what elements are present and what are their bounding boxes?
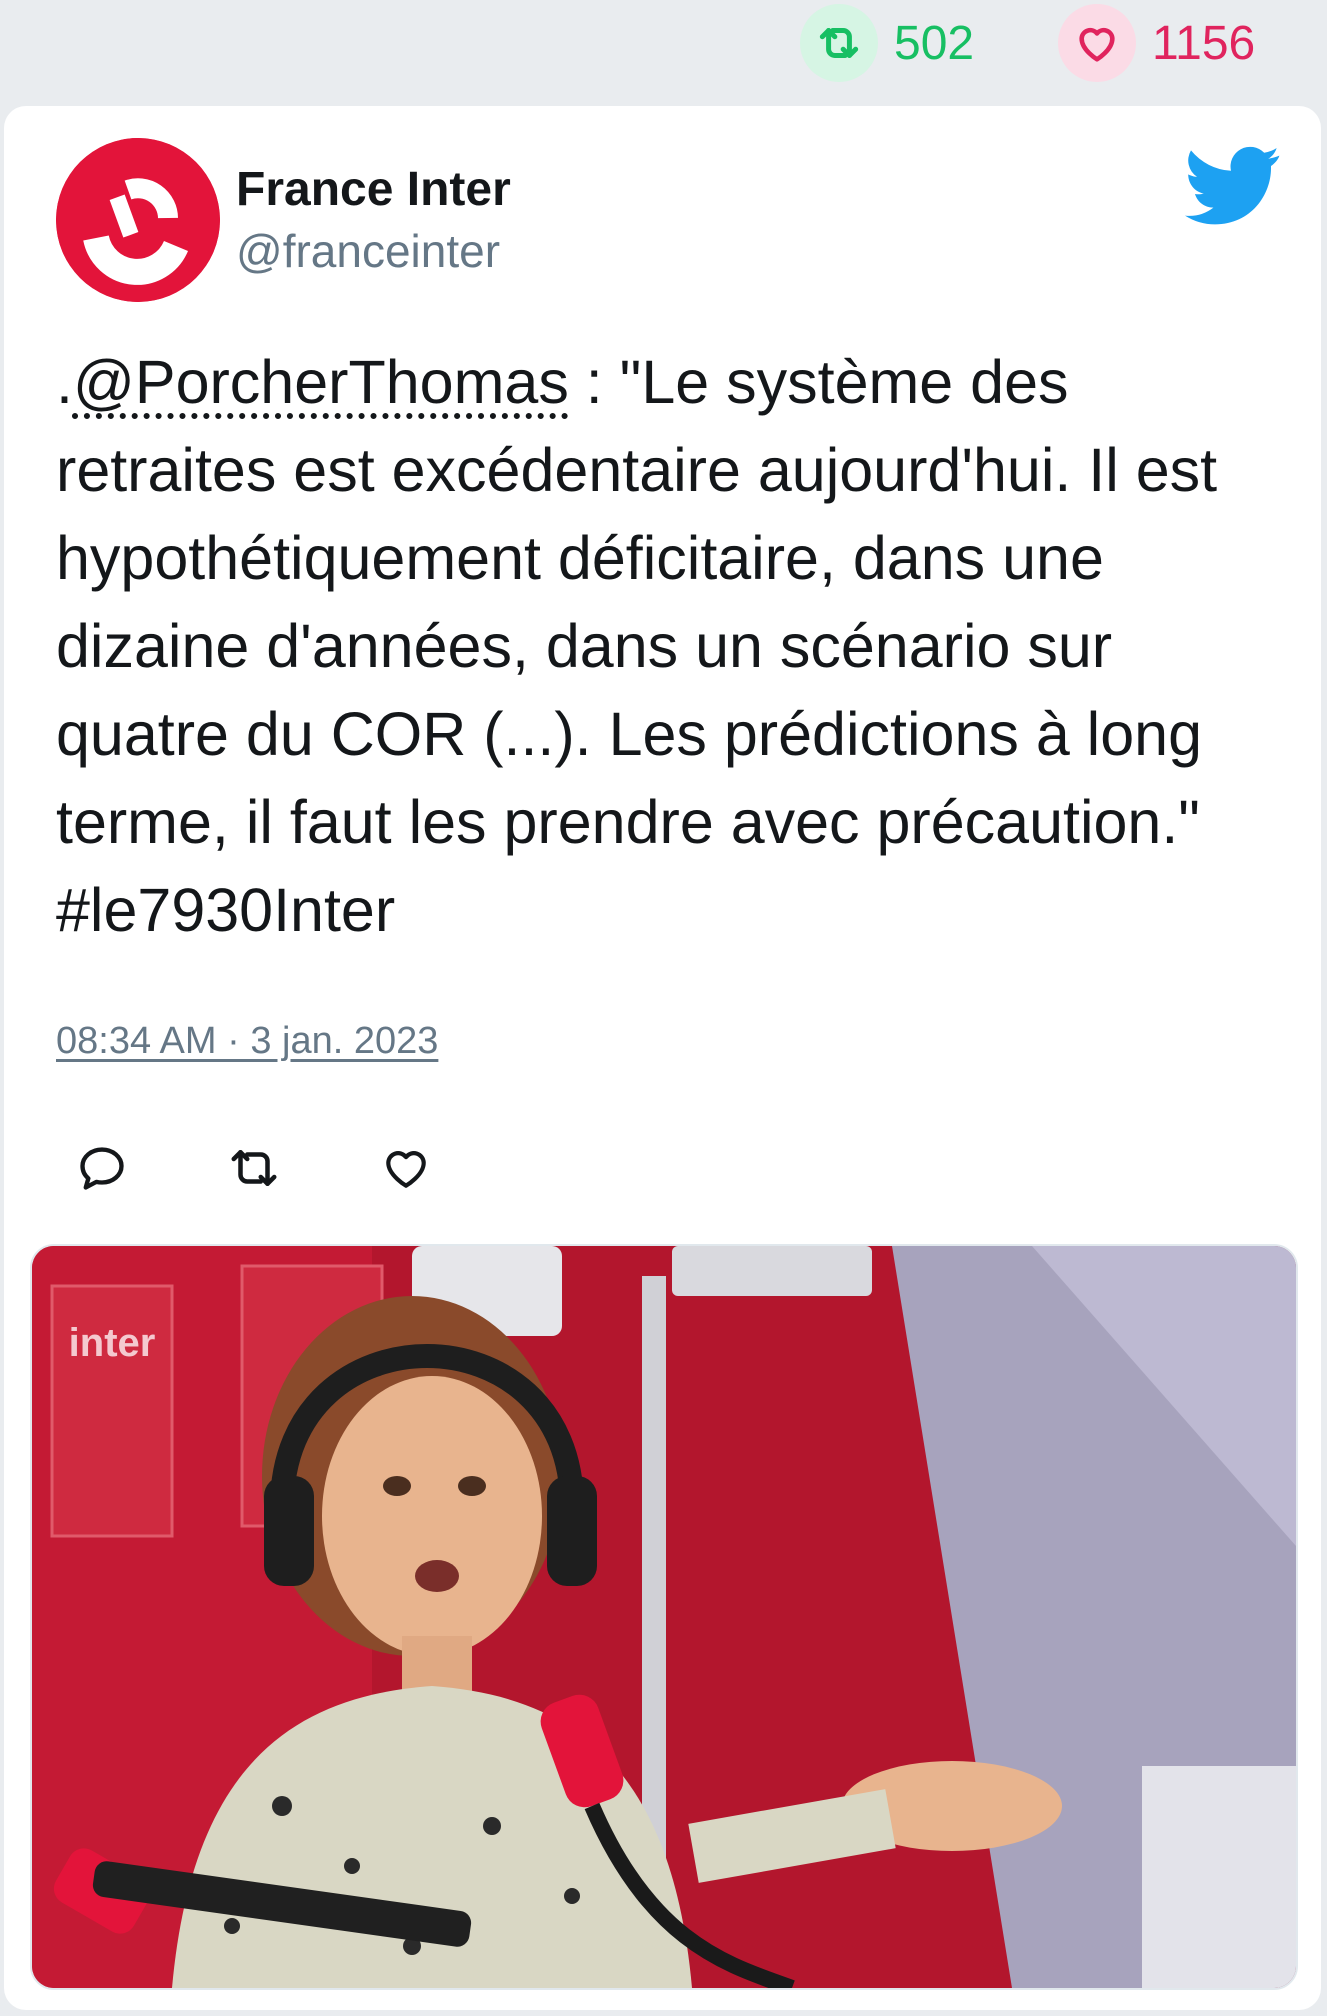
retweet-count: 502 xyxy=(894,16,975,70)
tweet-card: France Inter @franceinter .@PorcherThoma… xyxy=(4,106,1321,2010)
twitter-bird-icon[interactable] xyxy=(1185,146,1281,226)
heart-icon xyxy=(386,1151,426,1188)
engagement-stats-bar: 502 1156 xyxy=(0,0,1327,90)
mention-link[interactable]: @PorcherThomas xyxy=(73,348,569,416)
retweet-button[interactable] xyxy=(224,1138,284,1198)
like-stat[interactable]: 1156 xyxy=(1058,4,1255,82)
like-button[interactable] xyxy=(376,1138,436,1198)
radio-studio-photo: inter xyxy=(32,1246,1296,1988)
heart-icon xyxy=(1058,4,1136,82)
tweet-text-prefix: . xyxy=(56,348,73,416)
reply-button[interactable] xyxy=(72,1138,132,1198)
author-handle[interactable]: @franceinter xyxy=(236,224,500,278)
author-name[interactable]: France Inter xyxy=(236,162,511,217)
tweet-text-body: : "Le système des retraites est excédent… xyxy=(56,348,1218,944)
retweet-stat[interactable]: 502 xyxy=(800,4,974,82)
tweet-actions xyxy=(72,1138,528,1198)
media-overlay-text: inter xyxy=(69,1321,156,1365)
tweet-timestamp-link[interactable]: 08:34 AM · 3 jan. 2023 xyxy=(56,1020,438,1063)
reply-icon xyxy=(80,1147,124,1190)
retweet-icon xyxy=(800,4,878,82)
tweet-media-image[interactable]: inter xyxy=(30,1244,1298,1990)
france-inter-logo-icon xyxy=(56,138,220,302)
retweet-icon xyxy=(231,1150,277,1186)
like-count: 1156 xyxy=(1152,16,1256,70)
tweet-text: .@PorcherThomas : "Le système des retrai… xyxy=(56,338,1276,954)
avatar[interactable] xyxy=(56,138,220,302)
